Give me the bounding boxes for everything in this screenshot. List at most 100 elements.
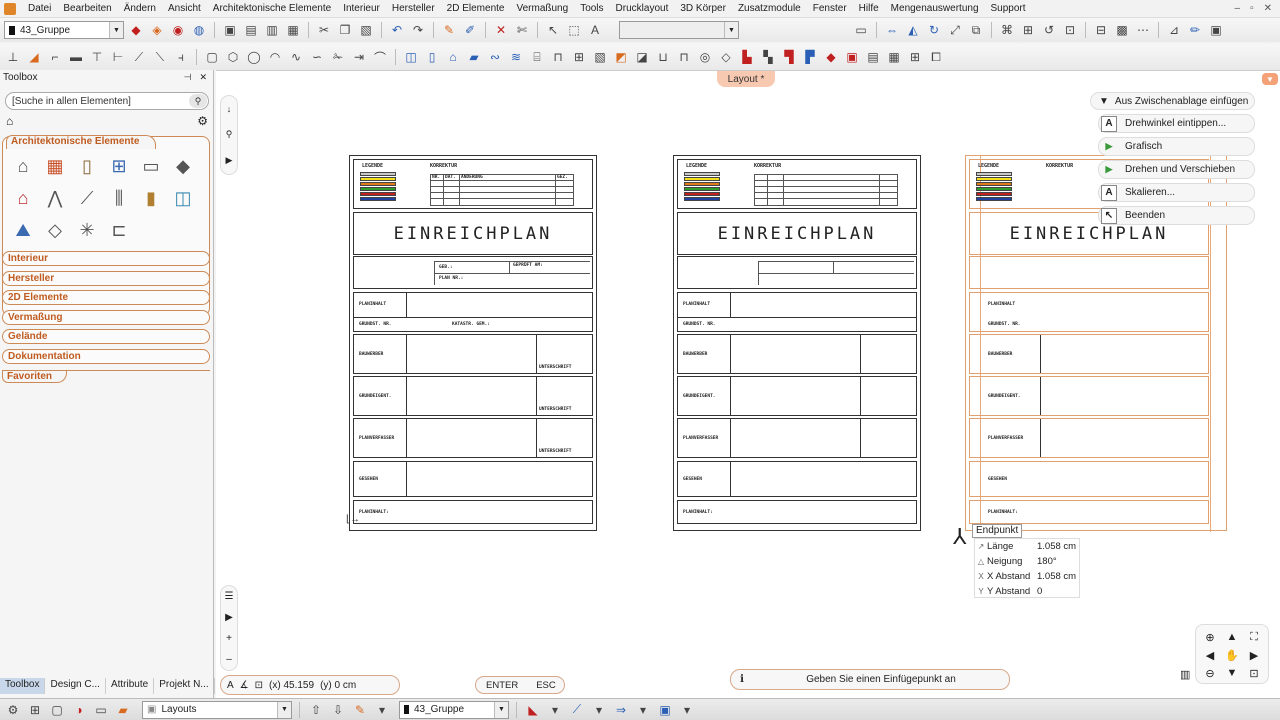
category-2d-elemente[interactable]: 2D Elemente: [2, 290, 210, 305]
coord-y-value[interactable]: (y) 0 cm: [320, 680, 356, 691]
polygon-icon[interactable]: ⬡: [224, 48, 242, 66]
roof-icon[interactable]: ⌂: [9, 185, 37, 211]
chevron-down-icon[interactable]: ▾: [546, 701, 564, 719]
house-icon[interactable]: ⌂: [9, 153, 37, 179]
tab-layout[interactable]: Layout *: [717, 71, 775, 87]
category-favoriten[interactable]: Favoriten: [2, 370, 210, 384]
table-icon[interactable]: ⊞: [906, 48, 924, 66]
wall-orange-icon[interactable]: ◩: [612, 48, 630, 66]
spiral-icon[interactable]: ∾: [486, 48, 504, 66]
zoom-window-icon[interactable]: ⊡: [1243, 664, 1265, 682]
coord-mode-icon[interactable]: ⊡: [255, 680, 263, 691]
layout-combo[interactable]: ▣ Layouts ▼: [142, 700, 292, 719]
menu-item-drehwinkel[interactable]: A Drehwinkel eintippen...: [1098, 114, 1255, 133]
dim-icon[interactable]: ⊓: [549, 48, 567, 66]
layer-lock-icon[interactable]: ◉: [169, 21, 187, 39]
roof-icon[interactable]: ⌂: [444, 48, 462, 66]
spline-icon[interactable]: ∽: [308, 48, 326, 66]
print-icon[interactable]: ▦: [284, 21, 302, 39]
menu-hilfe[interactable]: Hilfe: [853, 3, 885, 14]
insert-icon[interactable]: ▩: [1113, 21, 1131, 39]
book-icon[interactable]: ◣: [524, 701, 542, 719]
menu-3d-koerper[interactable]: 3D Körper: [674, 3, 732, 14]
fillet-icon[interactable]: ⌒: [371, 48, 389, 66]
pan-up-icon[interactable]: ▲: [1221, 628, 1243, 646]
gear-icon[interactable]: ⚙: [197, 114, 208, 130]
menu-fenster[interactable]: Fenster: [807, 3, 853, 14]
layer-status-combo[interactable]: 43_Gruppe ▼: [399, 700, 509, 719]
ungroup-icon[interactable]: ⊟: [1092, 21, 1110, 39]
plus-icon[interactable]: +: [226, 633, 232, 644]
menu-bearbeiten[interactable]: Bearbeiten: [57, 3, 117, 14]
point-tool-icon[interactable]: ◢: [25, 48, 43, 66]
magnet-icon[interactable]: ◑: [70, 701, 88, 719]
terrain-icon[interactable]: ⛰: [9, 217, 37, 243]
zoom-icon[interactable]: ⚲: [226, 129, 233, 140]
offset-icon[interactable]: ⫞: [172, 48, 190, 66]
zoom-in-icon[interactable]: ⊕: [1199, 628, 1221, 646]
beam-icon[interactable]: ⊢: [109, 48, 127, 66]
opening-icon[interactable]: ◪: [633, 48, 651, 66]
category-interieur[interactable]: Interieur: [2, 251, 210, 266]
menu-support[interactable]: Support: [985, 3, 1032, 14]
arc-icon[interactable]: ◠: [266, 48, 284, 66]
plan-sheet-2[interactable]: LEGENDE KORREKTUR EINREICHPLAN PLANINHAL…: [673, 155, 921, 531]
arrow-down-icon[interactable]: ↓: [227, 104, 232, 114]
menu-architektonische-elemente[interactable]: Architektonische Elemente: [207, 3, 337, 14]
circle-icon[interactable]: ◯: [245, 48, 263, 66]
chevron-down-icon[interactable]: ▼: [724, 22, 738, 38]
hatch-icon[interactable]: ▧: [591, 48, 609, 66]
angle-tool-icon[interactable]: ∡: [240, 680, 249, 691]
slab-icon[interactable]: ▰: [465, 48, 483, 66]
layer-visible-icon[interactable]: ◈: [148, 21, 166, 39]
door-icon[interactable]: ▯: [423, 48, 441, 66]
array-icon[interactable]: ⊞: [1019, 21, 1037, 39]
pattern-icon[interactable]: ▦: [885, 48, 903, 66]
minus-icon[interactable]: –: [226, 654, 232, 665]
chevron-down-icon[interactable]: ▼: [494, 701, 508, 718]
height-icon[interactable]: ▭: [852, 21, 870, 39]
delete-icon[interactable]: ✕: [492, 21, 510, 39]
layer-settings-icon[interactable]: ◍: [190, 21, 208, 39]
slab-icon[interactable]: ◆: [169, 153, 197, 179]
menu-tools[interactable]: Tools: [574, 3, 609, 14]
roof-line-icon[interactable]: ⋀: [41, 185, 69, 211]
grid-icon[interactable]: ⊞: [570, 48, 588, 66]
menu-2d-elemente[interactable]: 2D Elemente: [441, 3, 511, 14]
layer-combo[interactable]: 43_Gruppe ▼: [4, 21, 124, 39]
chimney-icon[interactable]: ⊔: [654, 48, 672, 66]
box-icon[interactable]: ▛: [801, 48, 819, 66]
trim-icon[interactable]: ✁: [329, 48, 347, 66]
menu-datei[interactable]: Datei: [22, 3, 57, 14]
style-combo[interactable]: ▼: [619, 21, 739, 39]
pipette-icon[interactable]: ✎: [440, 21, 458, 39]
category-tab-architektonische[interactable]: Architektonische Elemente: [6, 135, 157, 149]
rotate-copy-icon[interactable]: ↺: [1040, 21, 1058, 39]
chevron-down-icon[interactable]: ▾: [590, 701, 608, 719]
panel-icon[interactable]: ▤: [864, 48, 882, 66]
ruler-icon[interactable]: ▭: [92, 701, 110, 719]
hand-pan-icon[interactable]: ✋: [1221, 646, 1243, 664]
multi-icon[interactable]: ⧠: [927, 48, 945, 66]
arrow-right-icon[interactable]: ⇒: [612, 701, 630, 719]
group-icon[interactable]: ⌘: [998, 21, 1016, 39]
category-hersteller[interactable]: Hersteller: [2, 271, 210, 286]
gear-icon[interactable]: ⚙: [4, 701, 22, 719]
frame-icon[interactable]: ▣: [656, 701, 674, 719]
restore-icon[interactable]: ▫: [1250, 3, 1254, 14]
chevron-down-icon[interactable]: ▼: [1262, 73, 1278, 85]
room-icon[interactable]: ⊏: [105, 217, 133, 243]
menu-item-grafisch[interactable]: ▶ Grafisch: [1098, 137, 1255, 156]
curve-icon[interactable]: ∿: [287, 48, 305, 66]
coord-x-value[interactable]: (x) 45.159: [269, 680, 314, 691]
view-toggle-icon[interactable]: ▥: [1180, 668, 1190, 681]
category-gelaende[interactable]: Gelände: [2, 329, 210, 344]
menu-item-drehen-verschieben[interactable]: ▶ Drehen und Verschieben: [1098, 160, 1255, 179]
3d-view-icon[interactable]: ✎: [351, 701, 369, 719]
building-icon[interactable]: ▚: [759, 48, 777, 66]
pin-icon[interactable]: ⊣: [184, 72, 192, 83]
zoom-out-icon[interactable]: ⊖: [1199, 664, 1221, 682]
menu-aendern[interactable]: Ändern: [118, 3, 162, 14]
select-icon[interactable]: ⬚: [565, 21, 583, 39]
category-vermassung[interactable]: Vermaßung: [2, 310, 210, 325]
